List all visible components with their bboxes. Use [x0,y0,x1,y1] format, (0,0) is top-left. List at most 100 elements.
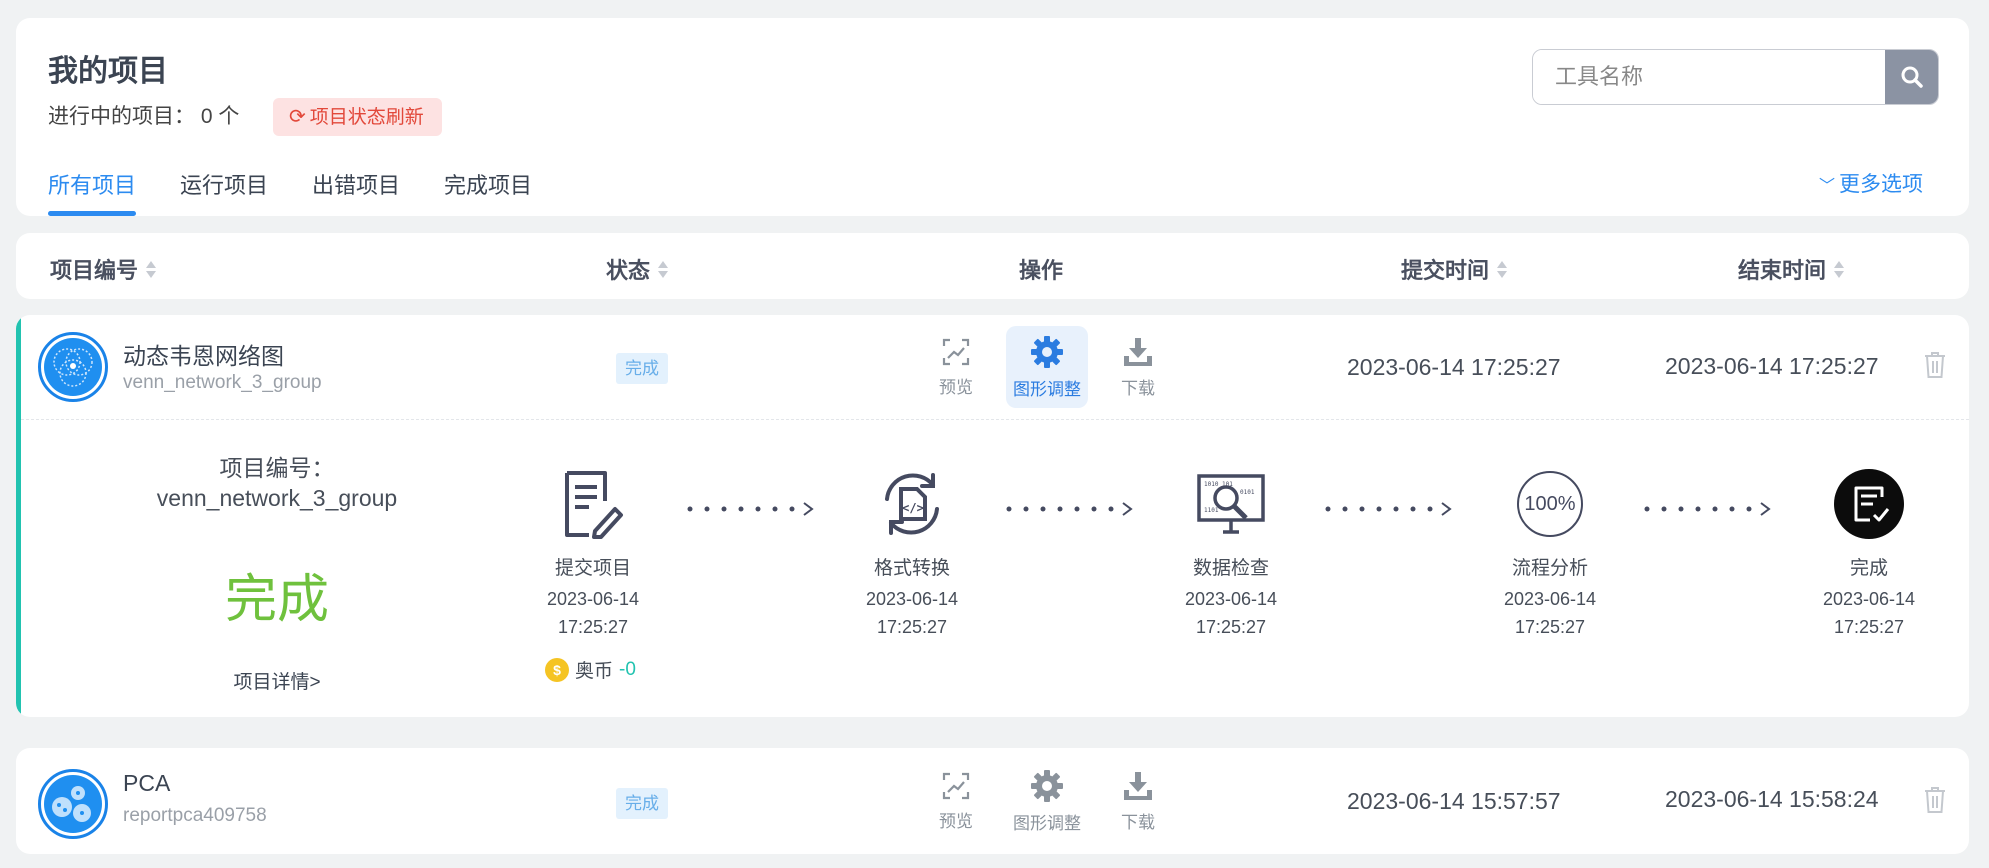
preview-label: 预览 [939,377,973,397]
chevron-down-icon: ﹀ [1818,178,1835,195]
column-label: 操作 [1019,258,1064,283]
coin-label: 奥币 [575,661,614,682]
adjust-graph-label: 图形调整 [1013,813,1081,833]
more-options-link[interactable]: ﹀ 更多选项 [1819,168,1923,198]
preview-button[interactable]: 预览 [915,760,997,842]
download-icon [1124,337,1152,366]
dotted-arrow-icon [1644,502,1771,516]
delete-trash-icon[interactable] [1923,786,1947,814]
end-time: 2023-06-14 15:58:24 [1665,786,1879,812]
table-row[interactable]: PCA reportpca409758 完成 预览 图形调整 下载 2023-0… [16,748,1969,854]
step-name: 数据检查 [1192,558,1269,579]
project-name: 动态韦恩网络图 [123,343,284,369]
download-label: 下载 [1121,812,1155,832]
detail-id-value: venn_network_3_group [156,485,398,511]
step-format-convert: </> 格式转换 2023-06-14 17:25:27 [827,467,997,641]
tab-running-projects[interactable]: 运行项目 [180,168,268,216]
adjust-graph-button[interactable]: 图形调整 [1006,326,1088,408]
step-time: 2023-06-14 17:25:27 [1822,589,1916,637]
column-label: 项目编号 [50,258,139,283]
download-label: 下载 [1121,378,1155,398]
detail-status: 完成 [224,571,329,629]
header-card: 我的项目 进行中的项目： 0 个 ⟳ 项目状态刷新 所有项目 运行项目 出错项目 … [16,18,1969,216]
step-complete: 完成 2023-06-14 17:25:27 [1784,467,1954,641]
row-divider [21,419,1969,420]
preview-icon [942,338,970,365]
row-accent-bar [16,315,21,717]
step-submit: 提交项目 2023-06-14 17:25:27 [508,467,678,641]
step-name: 格式转换 [873,558,950,579]
project-avatar-pca-icon [38,769,108,839]
step-name: 提交项目 [554,558,631,579]
download-icon [1124,771,1152,800]
end-time: 2023-06-14 17:25:27 [1665,353,1879,379]
refresh-label: 项目状态刷新 [309,107,424,128]
project-avatar-venn-icon [38,332,108,402]
search-box [1532,49,1939,105]
delete-trash-icon[interactable] [1923,351,1947,379]
refresh-icon: ⟳ [289,106,306,128]
table-header: 项目编号 状态 操作 提交时间 结束时间 [16,233,1969,299]
project-id: reportpca409758 [123,805,267,826]
tab-bar: 所有项目 运行项目 出错项目 完成项目 [48,168,532,216]
preview-icon [942,772,970,799]
tab-all-projects[interactable]: 所有项目 [48,168,137,216]
svg-text:1101: 1101 [1204,507,1219,514]
step-name: 流程分析 [1511,558,1588,579]
sort-icon [658,260,669,278]
column-submit-time[interactable]: 提交时间 [1401,253,1508,285]
column-end-time[interactable]: 结束时间 [1738,253,1845,285]
submit-time: 2023-06-14 15:57:57 [1347,788,1561,814]
sort-icon [1834,260,1845,278]
complete-check-icon [1832,467,1906,541]
step-pipeline-analysis: 100% 流程分析 2023-06-14 17:25:27 [1465,467,1635,641]
progress-100-icon: 100% [1513,467,1587,541]
svg-text:</>: </> [902,501,924,515]
tab-error-projects[interactable]: 出错项目 [312,168,400,216]
document-edit-icon [556,467,630,541]
tab-completed-projects[interactable]: 完成项目 [444,168,532,216]
project-id: venn_network_3_group [123,372,322,393]
running-projects-count: 进行中的项目： 0 个 [48,100,239,130]
search-button[interactable] [1885,50,1938,104]
adjust-graph-button[interactable]: 图形调整 [1006,760,1088,842]
dotted-arrow-icon [1006,502,1133,516]
download-button[interactable]: 下载 [1097,326,1179,408]
refresh-status-button[interactable]: ⟳ 项目状态刷新 [273,98,442,136]
step-time: 2023-06-14 17:25:27 [1503,589,1597,637]
column-label: 结束时间 [1738,258,1827,283]
search-input[interactable] [1533,50,1885,104]
table-row[interactable]: 动态韦恩网络图 venn_network_3_group 完成 预览 图形调整 [16,315,1969,717]
project-details-link[interactable]: 项目详情> [16,667,538,694]
download-button[interactable]: 下载 [1097,760,1179,842]
column-label: 提交时间 [1401,258,1490,283]
step-name: 完成 [1849,558,1888,579]
column-status[interactable]: 状态 [606,253,669,285]
step-time: 2023-06-14 17:25:27 [865,589,959,637]
step-time: 2023-06-14 17:25:27 [1184,589,1278,637]
coin-cost: $ 奥币 -0 [545,656,636,683]
column-label: 状态 [606,258,651,283]
running-count: 0 个 [200,105,240,128]
preview-button[interactable]: 预览 [915,326,997,408]
dotted-arrow-icon [1325,502,1452,516]
gear-icon [1031,335,1063,368]
status-badge: 完成 [616,353,668,384]
sort-icon [1497,260,1508,278]
step-time: 2023-06-14 17:25:27 [546,589,640,637]
status-badge: 完成 [616,788,668,819]
format-convert-icon: </> [875,467,949,541]
detail-id-label: 项目编号： [219,455,335,481]
submit-time: 2023-06-14 17:25:27 [1347,354,1561,380]
sort-icon [146,260,157,278]
coin-icon: $ [545,657,569,682]
column-project-id[interactable]: 项目编号 [50,253,157,285]
coin-amount: -0 [619,658,636,680]
adjust-graph-label: 图形调整 [1013,379,1081,399]
page-title: 我的项目 [48,55,168,88]
gear-icon [1031,769,1063,802]
project-name: PCA [123,770,171,796]
dotted-arrow-icon [687,502,814,516]
column-operations: 操作 [1019,253,1063,285]
more-options-label: 更多选项 [1839,173,1923,196]
